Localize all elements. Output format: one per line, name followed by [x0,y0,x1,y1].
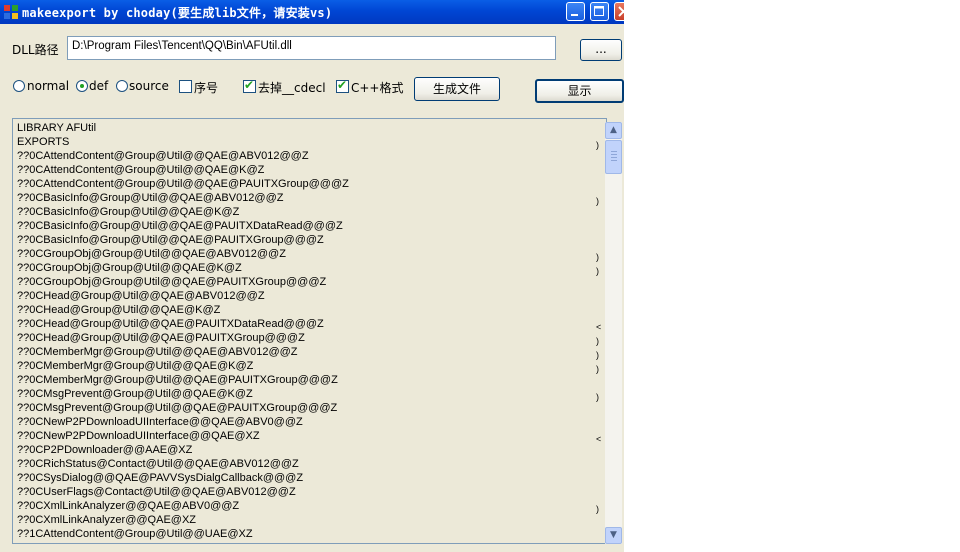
output-line: ??0CHead@Group@Util@@QAE@PAUITXGroup@@@Z [17,332,305,344]
output-line: ??0CAttendContent@Group@Util@@QAE@K@Z [17,164,265,176]
remove-cdecl-checkbox[interactable]: ✔ [243,78,256,93]
output-line: ??0CRichStatus@Contact@Util@@QAE@ABV012@… [17,458,299,470]
title-bar[interactable]: makeexport by choday(要生成lib文件，请安装vs) [0,0,624,24]
output-line: ??0CAttendContent@Group@Util@@QAE@ABV012… [17,150,309,162]
radio-def[interactable] [76,80,88,92]
radio-normal-label[interactable]: normal [27,79,69,93]
output-line: ??0CMsgPrevent@Group@Util@@QAE@PAUITXGro… [17,402,338,414]
output-line: ??0CBasicInfo@Group@Util@@QAE@PAUITXData… [17,220,343,232]
scroll-down-button[interactable]: ▼ [605,527,622,544]
output-line: ??0CAttendContent@Group@Util@@QAE@PAUITX… [17,178,349,190]
cpp-format-label[interactable]: C++格式 [351,79,404,96]
maximize-button[interactable] [590,2,609,21]
output-line: ??0CBasicInfo@Group@Util@@QAE@K@Z [17,206,240,218]
browse-button[interactable]: ... [580,39,622,61]
output-line: ??0CGroupObj@Group@Util@@QAE@PAUITXGroup… [17,276,327,288]
radio-def-label[interactable]: def [89,79,108,93]
dll-path-label: DLL路径 [12,43,59,57]
vertical-scrollbar[interactable]: ▲ ▼ [605,122,622,544]
output-line: ??0CBasicInfo@Group@Util@@QAE@PAUITXGrou… [17,234,324,246]
chevron-up-icon: ▲ [610,125,617,135]
radio-normal[interactable] [13,80,25,92]
output-line: ??0CUserFlags@Contact@Util@@QAE@ABV012@@… [17,486,296,498]
scroll-up-button[interactable]: ▲ [605,122,622,139]
output-line: ??0CP2PDownloader@@AAE@XZ [17,444,193,456]
cpp-format-checkbox[interactable]: ✔ [336,78,349,93]
grip-icon [611,151,617,161]
window-title: makeexport by choday(要生成lib文件，请安装vs) [22,6,333,20]
close-button[interactable] [614,2,624,21]
output-line: ??0CGroupObj@Group@Util@@QAE@K@Z [17,262,242,274]
remove-cdecl-label[interactable]: 去掉__cdecl [258,79,326,96]
output-line: ??0CMemberMgr@Group@Util@@QAE@K@Z [17,360,254,372]
close-icon [618,6,624,17]
output-line: ??0CHead@Group@Util@@QAE@K@Z [17,304,221,316]
output-line: ??1CAttendContent@Group@Util@@UAE@XZ [17,528,253,540]
output-line: ??0CBasicInfo@Group@Util@@QAE@ABV012@@Z [17,192,284,204]
generate-file-button[interactable]: 生成文件 [414,77,500,101]
output-line: ??0CHead@Group@Util@@QAE@ABV012@@Z [17,290,265,302]
output-line: ??0CSysDialog@@QAE@PAVVSysDialgCallback@… [17,472,304,484]
check-icon: ✔ [337,78,348,92]
ordinal-label[interactable]: 序号 [194,79,218,96]
dll-path-input[interactable]: D:\Program Files\Tencent\QQ\Bin\AFUtil.d… [67,36,556,60]
output-line: LIBRARY AFUtil [17,122,97,134]
radio-source[interactable] [116,80,128,92]
maximize-icon [594,6,604,16]
show-button[interactable]: 显示 [535,79,624,103]
output-line: ??0CXmlLinkAnalyzer@@QAE@XZ [17,514,197,526]
output-line: ??0CHead@Group@Util@@QAE@PAUITXDataRead@… [17,318,324,330]
minimize-icon [571,14,578,16]
minimize-button[interactable] [566,2,585,21]
output-line: ??0CXmlLinkAnalyzer@@QAE@ABV0@@Z [17,500,240,512]
output-lines: LIBRARY AFUtil EXPORTS ??0CAttendContent@G… [17,121,349,541]
output-line: ??0CGroupObj@Group@Util@@QAE@ABV012@@Z [17,248,286,260]
output-line: ??0CNewP2PDownloadUIInterface@@QAE@ABV0@… [17,416,303,428]
output-line: EXPORTS [17,136,70,148]
output-line: ??0CMemberMgr@Group@Util@@QAE@PAUITXGrou… [17,374,338,386]
output-line: ??0CMsgPrevent@Group@Util@@QAE@K@Z [17,388,253,400]
output-line: ??0CMemberMgr@Group@Util@@QAE@ABV012@@Z [17,346,298,358]
output-textarea[interactable]: LIBRARY AFUtil EXPORTS ??0CAttendContent@G… [12,118,607,544]
scroll-thumb[interactable] [605,140,622,174]
check-icon: ✔ [244,78,255,92]
chevron-down-icon: ▼ [610,530,617,540]
app-icon [4,5,18,19]
radio-selected-dot [80,84,84,88]
app-window: makeexport by choday(要生成lib文件，请安装vs) DLL… [0,0,624,552]
radio-source-label[interactable]: source [129,79,169,93]
output-line: ??0CNewP2PDownloadUIInterface@@QAE@XZ [17,430,260,442]
ordinal-checkbox[interactable] [179,80,192,93]
